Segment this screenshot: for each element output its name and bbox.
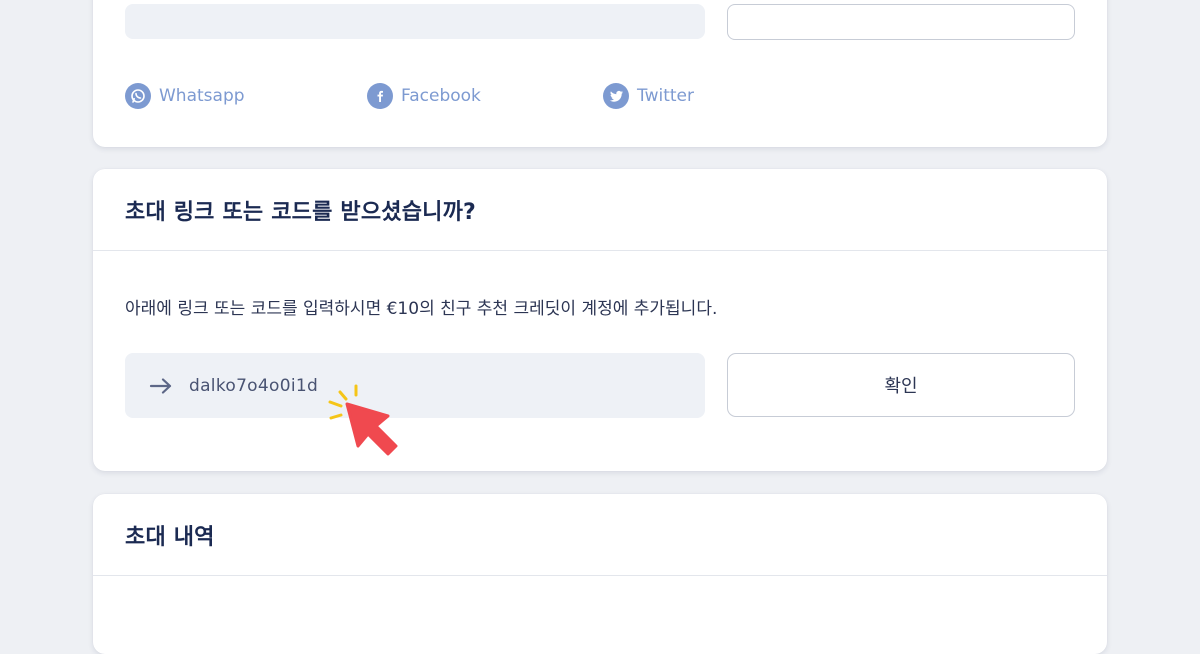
invite-code-value: dalko7o4o0i1d: [189, 375, 319, 396]
facebook-icon: [367, 83, 393, 109]
invite-code-input[interactable]: dalko7o4o0i1d: [125, 353, 705, 418]
whatsapp-label: Whatsapp: [159, 86, 245, 106]
arrow-right-icon: [149, 377, 172, 394]
share-whatsapp-link[interactable]: Whatsapp: [125, 83, 245, 109]
share-twitter-link[interactable]: Twitter: [603, 83, 694, 109]
twitter-label: Twitter: [637, 86, 694, 106]
copy-link-button[interactable]: [727, 4, 1075, 40]
invite-card-title: 초대 링크 또는 코드를 받으셨습니까?: [125, 199, 476, 225]
invite-description: 아래에 링크 또는 코드를 입력하시면 €10의 친구 추천 크레딧이 계정에 …: [125, 299, 718, 319]
share-link-field[interactable]: [125, 4, 705, 39]
whatsapp-icon: [125, 83, 151, 109]
share-card: Whatsapp Facebook Twitter: [93, 0, 1107, 147]
facebook-label: Facebook: [401, 86, 481, 106]
history-card-header: 초대 내역: [93, 494, 1107, 576]
confirm-button[interactable]: 확인: [727, 353, 1075, 417]
invite-card-header: 초대 링크 또는 코드를 받으셨습니까?: [93, 169, 1107, 251]
invite-code-card: 초대 링크 또는 코드를 받으셨습니까? 아래에 링크 또는 코드를 입력하시면…: [93, 169, 1107, 471]
invite-history-card: 초대 내역: [93, 494, 1107, 654]
share-facebook-link[interactable]: Facebook: [367, 83, 481, 109]
pointer-cursor-icon: [328, 384, 398, 456]
history-card-title: 초대 내역: [125, 524, 215, 550]
twitter-icon: [603, 83, 629, 109]
